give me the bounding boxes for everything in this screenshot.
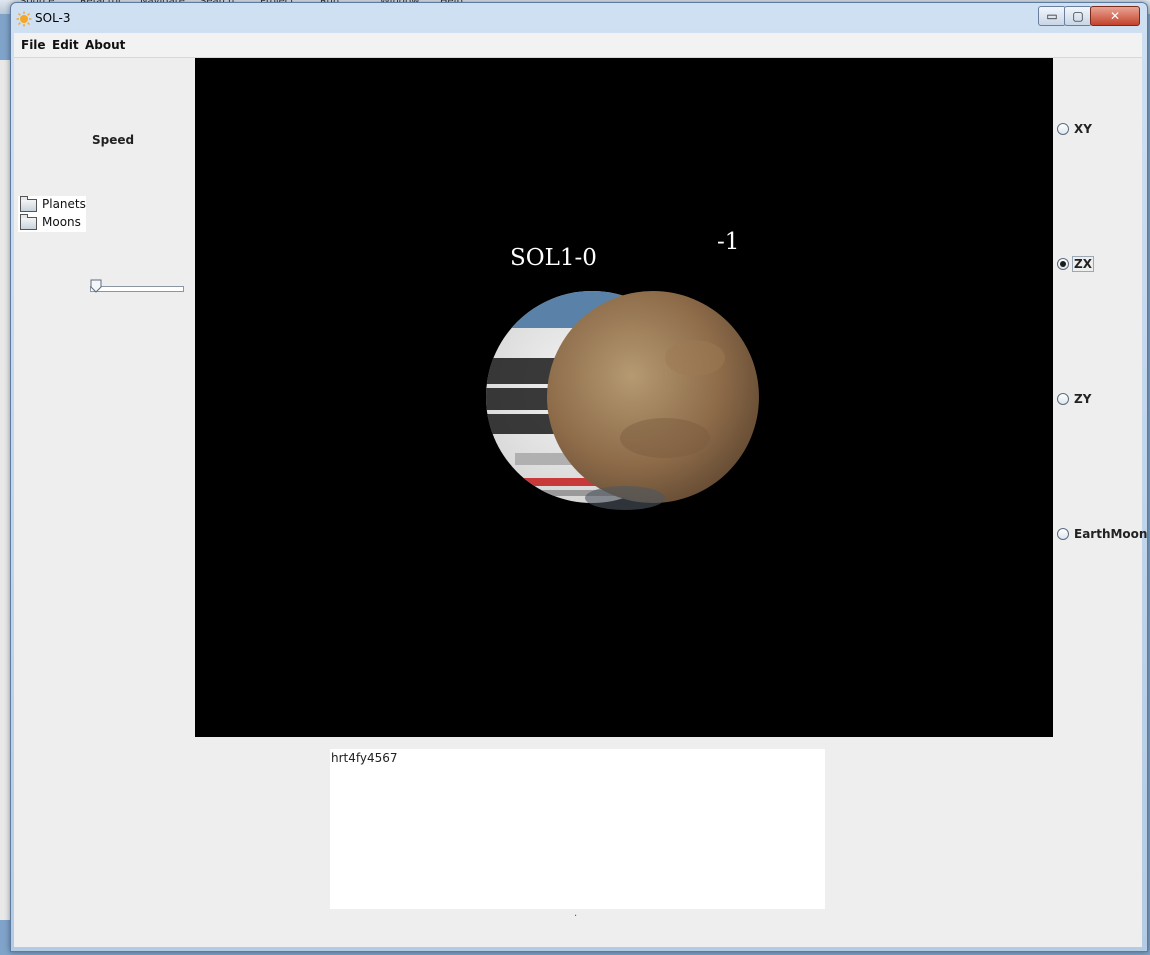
minimize-icon: ▭: [1046, 9, 1058, 23]
radio-zx-label[interactable]: ZX: [1072, 256, 1094, 272]
maximize-button[interactable]: ▢: [1064, 6, 1092, 26]
radio-xy-label[interactable]: XY: [1074, 122, 1092, 136]
radio-zx[interactable]: ZX: [1057, 256, 1147, 272]
folder-icon: [20, 196, 37, 212]
menu-file[interactable]: File: [21, 38, 46, 52]
radio-zy[interactable]: ZY: [1057, 391, 1147, 407]
body-tree: Planets Moons: [18, 196, 86, 232]
radio-xy-circle[interactable]: [1057, 123, 1069, 135]
menu-about[interactable]: About: [85, 38, 125, 52]
close-button[interactable]: ✕: [1090, 6, 1140, 26]
radio-zy-circle[interactable]: [1057, 393, 1069, 405]
folder-icon: [20, 214, 37, 230]
radio-earthmoon-circle[interactable]: [1057, 528, 1069, 540]
status-dot: ·: [574, 911, 578, 922]
radio-xy[interactable]: XY: [1057, 121, 1147, 137]
menu-edit[interactable]: Edit: [52, 38, 79, 52]
tree-item-label: Planets: [42, 197, 86, 211]
3d-viewport[interactable]: SOL1-0 -1: [195, 58, 1053, 737]
index-label: -1: [717, 229, 739, 255]
client-area: File Edit About Speed Planets Moons SOL1…: [14, 33, 1147, 947]
minimize-button[interactable]: ▭: [1038, 6, 1066, 26]
scene-canvas: SOL1-0 -1: [486, 229, 759, 510]
window-title: SOL-3: [35, 11, 71, 25]
menu-bar: File Edit About: [14, 33, 1142, 58]
slider-thumb[interactable]: [90, 279, 102, 293]
close-icon: ✕: [1109, 9, 1121, 23]
radio-zy-label[interactable]: ZY: [1074, 392, 1091, 406]
app-window: SOL-3 ▭ ▢ ✕ File Edit About Speed Planet…: [10, 2, 1148, 952]
output-text: hrt4fy4567: [331, 751, 398, 765]
radio-zx-circle[interactable]: [1057, 258, 1069, 270]
maximize-icon: ▢: [1072, 9, 1084, 23]
slider-track[interactable]: [90, 286, 184, 292]
sol-label: SOL1-0: [510, 245, 597, 271]
title-bar[interactable]: SOL-3 ▭ ▢ ✕: [11, 3, 1147, 31]
radio-earthmoon[interactable]: EarthMoon: [1057, 526, 1147, 542]
speed-label: Speed: [92, 133, 135, 147]
speed-slider[interactable]: [88, 277, 184, 299]
sun-icon: [16, 11, 32, 27]
tree-item-label: Moons: [42, 215, 81, 229]
radio-earthmoon-label[interactable]: EarthMoon: [1074, 527, 1147, 541]
output-textarea[interactable]: hrt4fy4567: [330, 749, 825, 909]
